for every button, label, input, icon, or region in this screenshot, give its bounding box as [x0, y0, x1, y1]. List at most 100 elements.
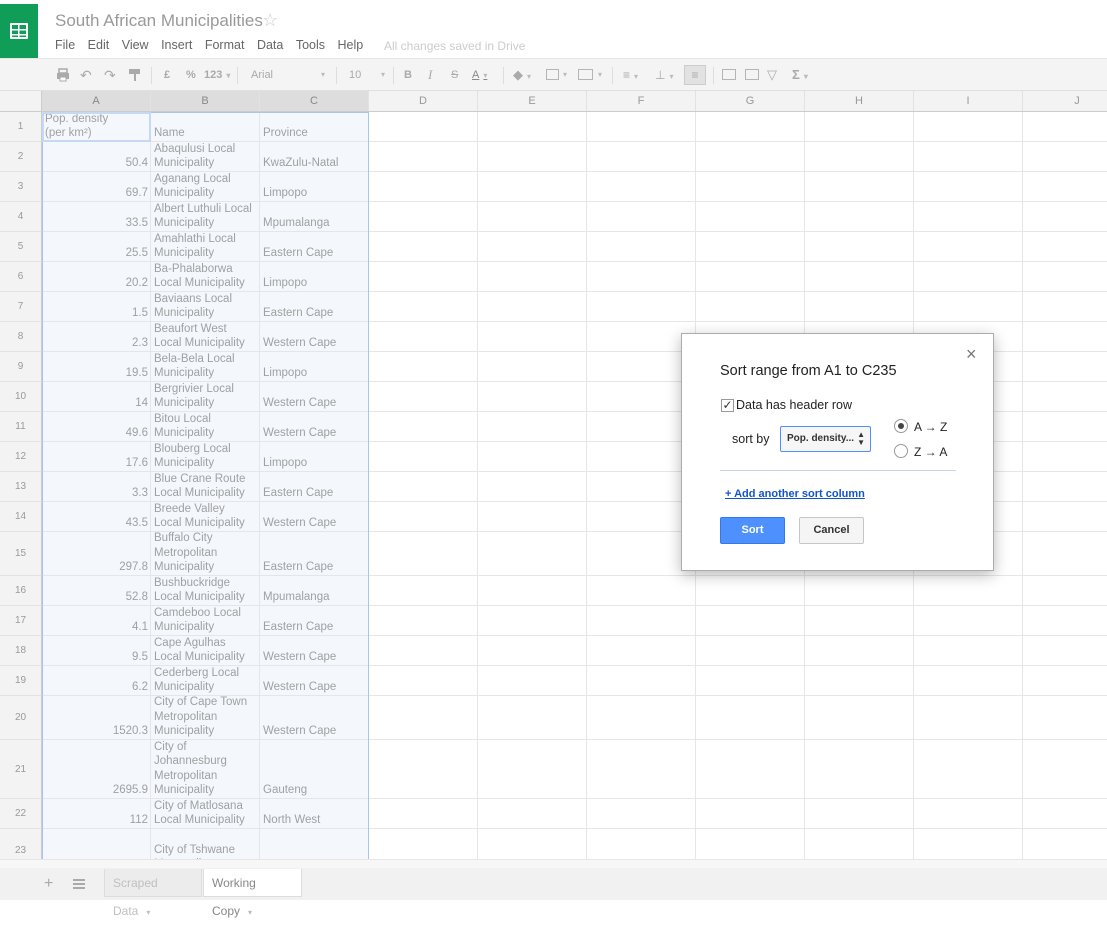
cell-f[interactable] — [587, 442, 696, 471]
cell-d[interactable] — [369, 172, 478, 201]
cell-b[interactable]: Breede Valley Local Municipality — [151, 502, 260, 531]
cell-j[interactable] — [1023, 412, 1107, 441]
menu-item-help[interactable]: Help — [338, 38, 364, 52]
cell-c[interactable]: Mpumalanga — [260, 576, 369, 605]
cell-b[interactable]: City of Cape Town Metropolitan Municipalit… — [151, 696, 260, 739]
row-header[interactable]: 12 — [0, 442, 42, 472]
cell-a[interactable]: 43.5 — [42, 502, 151, 531]
cell-c[interactable]: KwaZulu-Natal — [260, 142, 369, 171]
wrap-text-icon[interactable]: ≡ — [684, 65, 706, 85]
cell-d[interactable] — [369, 232, 478, 261]
cell-d[interactable] — [369, 292, 478, 321]
cell-h[interactable] — [805, 636, 914, 665]
cell-e[interactable] — [478, 606, 587, 635]
cell-g[interactable] — [696, 172, 805, 201]
cell-b[interactable]: City of Matlosana Local Municipality — [151, 799, 260, 828]
row-header[interactable]: 3 — [0, 172, 42, 202]
cell-j[interactable] — [1023, 292, 1107, 321]
menu-item-file[interactable]: File — [55, 38, 75, 52]
cell-c[interactable]: Western Cape — [260, 322, 369, 351]
cell-d[interactable] — [369, 532, 478, 575]
vertical-align-icon[interactable]: ⊥ — [655, 68, 673, 82]
cell-b[interactable]: Cederberg Local Municipality — [151, 666, 260, 695]
cell-c[interactable]: Eastern Cape — [260, 232, 369, 261]
cell-c[interactable]: Gauteng — [260, 740, 369, 798]
cell-a[interactable]: 1520.3 — [42, 696, 151, 739]
cell-b[interactable]: Aganang Local Municipality — [151, 172, 260, 201]
cell-j[interactable] — [1023, 142, 1107, 171]
cell-a[interactable]: Pop. density (per km²) — [42, 112, 151, 141]
row-header[interactable]: 1 — [0, 112, 42, 142]
cell-a[interactable]: 6.2 — [42, 666, 151, 695]
cell-b[interactable]: Amahlathi Local Municipality — [151, 232, 260, 261]
cell-e[interactable] — [478, 382, 587, 411]
cell-c[interactable]: Eastern Cape — [260, 472, 369, 501]
cell-j[interactable] — [1023, 232, 1107, 261]
menu-item-edit[interactable]: Edit — [88, 38, 110, 52]
cell-d[interactable] — [369, 799, 478, 828]
cell-e[interactable] — [478, 502, 587, 531]
cell-e[interactable] — [478, 636, 587, 665]
header-row-label[interactable]: Data has header row — [736, 398, 852, 412]
column-header-c[interactable]: C — [260, 91, 369, 111]
cell-f[interactable] — [587, 606, 696, 635]
insert-chart-icon[interactable] — [745, 69, 759, 80]
cell-h[interactable] — [805, 799, 914, 828]
cell-g[interactable] — [696, 576, 805, 605]
cell-e[interactable] — [478, 472, 587, 501]
font-size-dropdown[interactable]: 10 ▾ — [349, 68, 385, 82]
cell-c[interactable]: Western Cape — [260, 502, 369, 531]
cell-f[interactable] — [587, 472, 696, 501]
cell-i[interactable] — [914, 172, 1023, 201]
cell-a[interactable]: 25.5 — [42, 232, 151, 261]
cell-j[interactable] — [1023, 576, 1107, 605]
cell-j[interactable] — [1023, 606, 1107, 635]
cell-a[interactable]: 49.6 — [42, 412, 151, 441]
cell-g[interactable] — [696, 112, 805, 141]
sort-descending-radio[interactable] — [894, 444, 908, 458]
menu-item-tools[interactable]: Tools — [296, 38, 325, 52]
cell-e[interactable] — [478, 232, 587, 261]
filter-icon[interactable]: ▽ — [767, 68, 777, 82]
cell-a[interactable]: 4.1 — [42, 606, 151, 635]
cell-d[interactable] — [369, 636, 478, 665]
cell-j[interactable] — [1023, 502, 1107, 531]
cell-d[interactable] — [369, 352, 478, 381]
cell-b[interactable]: Name — [151, 112, 260, 141]
cell-e[interactable] — [478, 202, 587, 231]
cell-h[interactable] — [805, 829, 914, 859]
cell-g[interactable] — [696, 666, 805, 695]
row-header[interactable]: 7 — [0, 292, 42, 322]
cell-j[interactable] — [1023, 382, 1107, 411]
cell-d[interactable] — [369, 472, 478, 501]
star-icon[interactable]: ☆ — [262, 10, 278, 31]
cell-j[interactable] — [1023, 532, 1107, 575]
cell-c[interactable]: Eastern Cape — [260, 292, 369, 321]
cell-g[interactable] — [696, 740, 805, 798]
cell-f[interactable] — [587, 232, 696, 261]
cell-j[interactable] — [1023, 696, 1107, 739]
column-header-a[interactable]: A — [42, 91, 151, 111]
sort-button[interactable]: Sort — [720, 517, 785, 544]
cell-d[interactable] — [369, 666, 478, 695]
cell-d[interactable] — [369, 382, 478, 411]
cell-c[interactable]: North West — [260, 799, 369, 828]
cell-e[interactable] — [478, 322, 587, 351]
row-header[interactable]: 17 — [0, 606, 42, 636]
select-all-corner[interactable] — [0, 91, 42, 111]
cell-j[interactable] — [1023, 352, 1107, 381]
cell-g[interactable] — [696, 202, 805, 231]
sheets-logo-icon[interactable] — [0, 4, 38, 58]
sort-by-select[interactable]: Pop. density... ▲ ▼ — [780, 426, 871, 452]
cell-j[interactable] — [1023, 172, 1107, 201]
sheet-list-icon[interactable] — [73, 879, 85, 889]
cell-b[interactable]: Buffalo City Metropolitan Municipality — [151, 532, 260, 575]
add-sort-column-link[interactable]: + Add another sort column — [725, 488, 865, 500]
row-header[interactable]: 6 — [0, 262, 42, 292]
row-header[interactable]: 22 — [0, 799, 42, 829]
cell-i[interactable] — [914, 740, 1023, 798]
cell-i[interactable] — [914, 666, 1023, 695]
cell-a[interactable]: 3.3 — [42, 472, 151, 501]
cell-e[interactable] — [478, 829, 587, 859]
cell-f[interactable] — [587, 142, 696, 171]
